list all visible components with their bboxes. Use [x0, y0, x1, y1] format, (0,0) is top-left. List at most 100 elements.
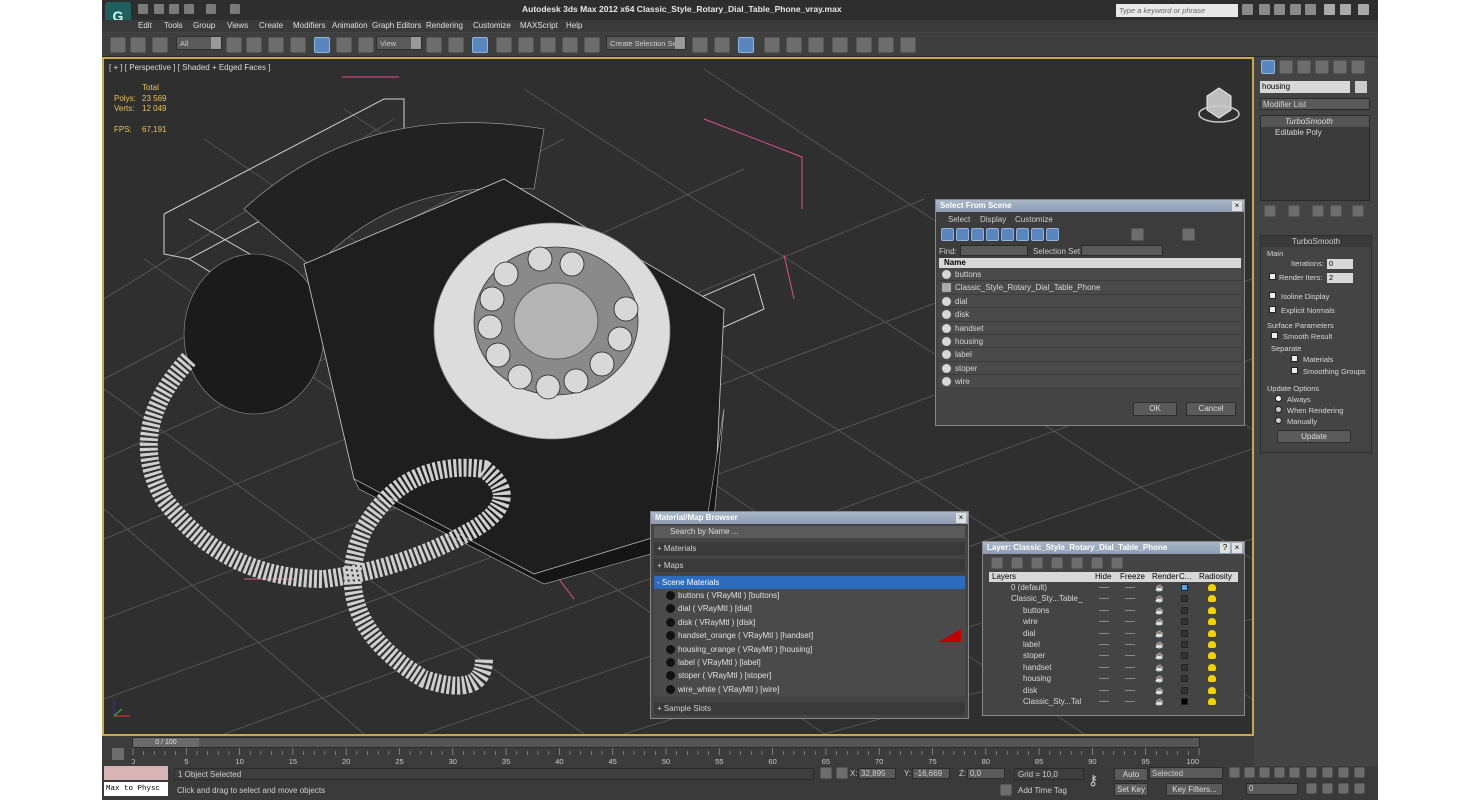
rotate-icon[interactable] — [336, 37, 352, 53]
list-item[interactable]: wire — [939, 375, 1241, 389]
keyboard-shortcut-icon[interactable] — [472, 37, 488, 53]
utilities-tab-icon[interactable] — [1351, 60, 1365, 74]
list-item[interactable]: handset — [939, 322, 1241, 335]
cancel-button[interactable]: Cancel — [1186, 402, 1236, 416]
radiosity-bulb-icon[interactable] — [1208, 697, 1216, 705]
close-icon[interactable]: × — [1232, 201, 1242, 211]
layer-color-swatch[interactable] — [1181, 663, 1188, 671]
menu-views[interactable]: Views — [227, 21, 248, 30]
list-item[interactable]: disk ( VRayMtl ) [disk] — [654, 615, 965, 630]
viewport-label[interactable]: [ + ] [ Perspective ] [ Shaded + Edged F… — [109, 63, 270, 72]
list-item[interactable]: buttons — [939, 268, 1241, 282]
show-end-result-icon[interactable] — [1288, 205, 1300, 217]
col-color[interactable]: C... — [1179, 572, 1191, 581]
layer-toggle[interactable] — [1099, 700, 1109, 702]
list-item[interactable]: housing_orange ( VRayMtl ) [housing] — [654, 642, 965, 656]
go-to-start-icon[interactable] — [1229, 767, 1240, 778]
bind-spacewarp-icon[interactable] — [152, 37, 168, 53]
radiosity-bulb-icon[interactable] — [1208, 606, 1216, 614]
render-teapot-icon[interactable]: ☕ — [1155, 651, 1164, 662]
layer-toggle[interactable] — [1099, 678, 1109, 680]
layer-row[interactable]: stoper ☕ — [989, 650, 1238, 662]
display-tab-icon[interactable] — [1333, 60, 1347, 74]
col-hide[interactable]: Hide — [1095, 572, 1111, 581]
layer-toggle[interactable] — [1125, 609, 1135, 611]
smoothing-groups-checkbox[interactable] — [1291, 367, 1298, 374]
binoculars-icon[interactable] — [1242, 4, 1253, 15]
help-icon[interactable] — [1305, 4, 1316, 15]
list-item[interactable]: stoper ( VRayMtl ) [stoper] — [654, 669, 965, 683]
radiosity-bulb-icon[interactable] — [1208, 686, 1216, 694]
select-manipulate-icon[interactable] — [448, 37, 464, 53]
layer-toggle[interactable] — [1099, 598, 1109, 600]
remove-modifier-icon[interactable] — [1330, 205, 1342, 217]
menu-create[interactable]: Create — [259, 21, 283, 30]
layer-toggle[interactable] — [1125, 655, 1135, 657]
layer-color-swatch[interactable] — [1181, 584, 1188, 591]
scale-icon[interactable] — [358, 37, 374, 53]
layer-toggle[interactable] — [1099, 621, 1109, 623]
display-helpers-icon[interactable] — [1001, 228, 1014, 241]
display-xrefs-icon[interactable] — [1046, 228, 1059, 241]
layer-toggle[interactable] — [1099, 632, 1109, 634]
subscription-icon[interactable] — [1259, 4, 1270, 15]
close-icon[interactable]: × — [1232, 543, 1242, 553]
layer-toggle[interactable] — [1099, 587, 1109, 588]
layer-row[interactable]: buttons ☕ — [989, 605, 1238, 617]
rect-selection-icon[interactable] — [268, 37, 284, 53]
communication-icon[interactable] — [1274, 4, 1285, 15]
save-icon[interactable] — [169, 4, 179, 14]
spinner-snap-icon[interactable] — [562, 37, 578, 53]
layer-toggle[interactable] — [1125, 666, 1135, 668]
render-teapot-icon[interactable]: ☕ — [1155, 663, 1164, 674]
layer-row[interactable]: label ☕ — [989, 639, 1238, 651]
radiosity-bulb-icon[interactable] — [1208, 618, 1216, 626]
time-ruler[interactable]: 0 5 10 15 20 25 30 35 40 45 50 55 60 65 70 75 80 85 90 95 10… — [132, 748, 1232, 766]
time-tag-icon[interactable] — [1000, 784, 1012, 796]
selection-filter-dropdown[interactable]: All — [176, 36, 222, 50]
col-layers[interactable]: Layers — [992, 572, 1016, 581]
radiosity-bulb-icon[interactable] — [1208, 675, 1216, 683]
set-key-button[interactable]: Set Key — [1114, 783, 1148, 796]
layer-row[interactable]: 0 (default) ☕ — [989, 582, 1238, 594]
list-item[interactable]: dial — [939, 295, 1241, 309]
play-icon[interactable] — [1259, 767, 1270, 778]
render-teapot-icon[interactable]: ☕ — [1155, 583, 1164, 594]
filter-icon[interactable] — [1182, 228, 1195, 241]
radiosity-bulb-icon[interactable] — [1208, 629, 1216, 637]
hierarchy-tab-icon[interactable] — [1297, 60, 1311, 74]
snap-toggle-icon[interactable] — [496, 37, 512, 53]
rendered-frame-icon[interactable] — [878, 37, 894, 53]
graphite-ribbon-icon[interactable] — [764, 37, 780, 53]
render-teapot-icon[interactable]: ☕ — [1155, 617, 1164, 628]
minimize-icon[interactable] — [1324, 4, 1335, 15]
key-mode-dropdown[interactable]: Selected — [1149, 767, 1223, 779]
render-teapot-icon[interactable]: ☕ — [1155, 594, 1164, 605]
radiosity-bulb-icon[interactable] — [1208, 584, 1216, 591]
time-slider-thumb[interactable]: 0 / 100 — [133, 738, 199, 747]
layer-row[interactable]: housing ☕ — [989, 673, 1238, 685]
material-editor-icon[interactable] — [832, 37, 848, 53]
layer-color-swatch[interactable] — [1181, 640, 1188, 648]
select-scene-menu-customize[interactable]: Customize — [1015, 215, 1053, 224]
layer-row[interactable]: dial ☕ — [989, 628, 1238, 639]
display-groups-icon[interactable] — [1031, 228, 1044, 241]
render-iters-spinner[interactable]: 2 — [1327, 273, 1353, 283]
zoom-extents-all-icon[interactable] — [1354, 767, 1365, 778]
isoline-checkbox[interactable] — [1269, 292, 1276, 299]
menu-rendering[interactable]: Rendering — [426, 21, 463, 30]
help-icon[interactable]: ? — [1220, 543, 1230, 553]
list-item[interactable]: label ( VRayMtl ) [label] — [654, 655, 965, 670]
zoom-extents-icon[interactable] — [1338, 767, 1349, 778]
make-unique-icon[interactable] — [1312, 205, 1324, 217]
motion-tab-icon[interactable] — [1315, 60, 1329, 74]
list-item[interactable]: wire_white ( VRayMtl ) [wire] — [654, 682, 965, 697]
angle-snap-icon[interactable] — [518, 37, 534, 53]
layer-manager-icon[interactable] — [738, 37, 754, 53]
key-filters-button[interactable]: Key Filters... — [1166, 783, 1223, 796]
zoom-all-icon[interactable] — [1322, 767, 1333, 778]
modifier-list-dropdown[interactable]: Modifier List — [1260, 98, 1370, 110]
render-iters-checkbox[interactable] — [1269, 273, 1276, 280]
list-item[interactable]: dial ( VRayMtl ) [dial] — [654, 602, 965, 616]
display-lights-icon[interactable] — [971, 228, 984, 241]
